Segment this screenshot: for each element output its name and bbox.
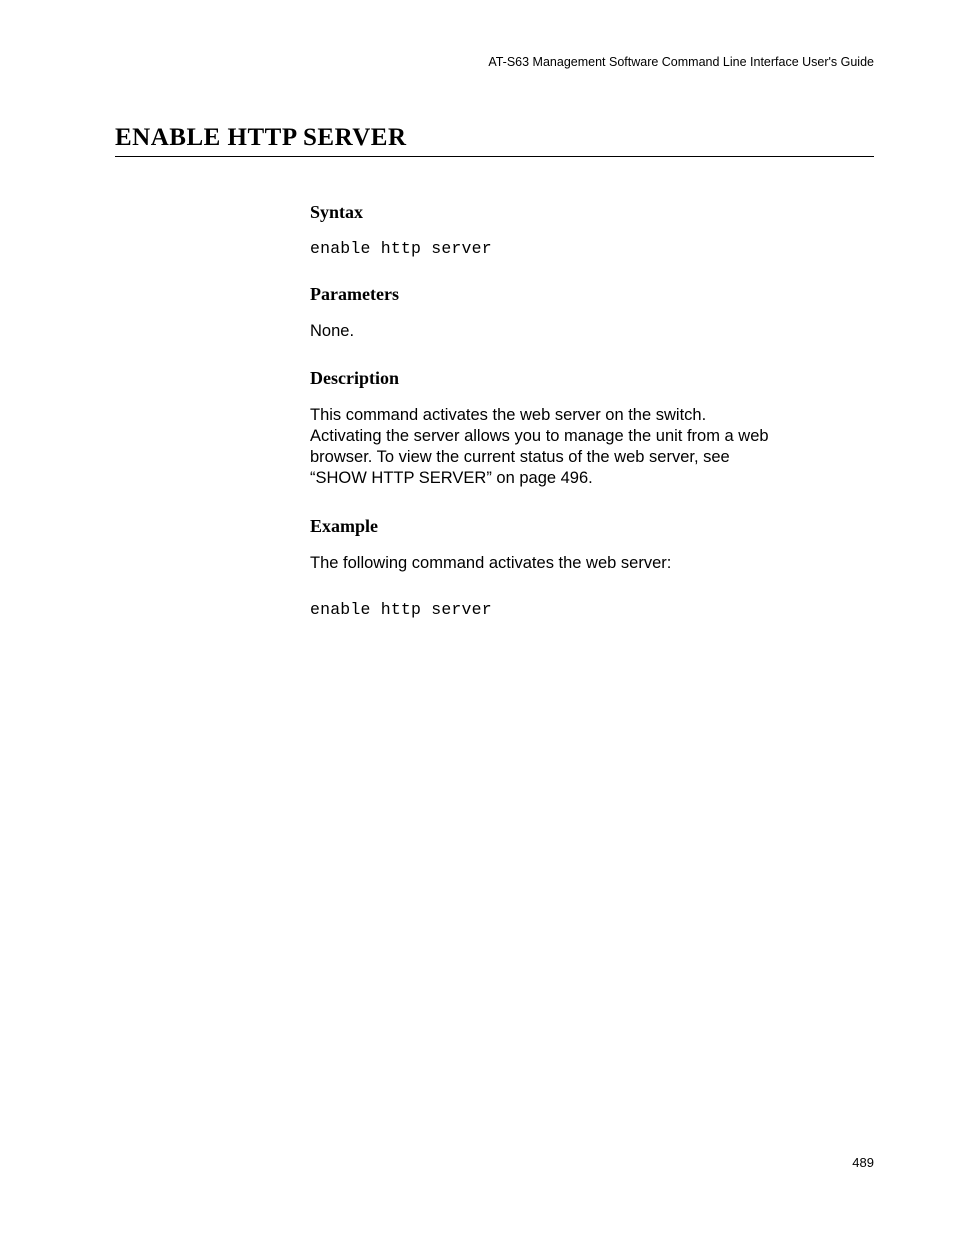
title-block: ENABLE HTTP SERVER xyxy=(115,124,874,157)
parameters-text: None. xyxy=(310,321,780,342)
example-code: enable http server xyxy=(310,600,780,619)
heading-description: Description xyxy=(310,368,780,389)
content-body: Syntax enable http server Parameters Non… xyxy=(310,202,780,619)
syntax-code: enable http server xyxy=(310,239,780,258)
heading-parameters: Parameters xyxy=(310,284,780,305)
description-text: This command activates the web server on… xyxy=(310,405,780,489)
example-text: The following command activates the web … xyxy=(310,553,780,574)
heading-example: Example xyxy=(310,516,780,537)
heading-syntax: Syntax xyxy=(310,202,780,223)
running-header: AT-S63 Management Software Command Line … xyxy=(115,55,874,69)
page-title: ENABLE HTTP SERVER xyxy=(115,124,874,152)
page-number: 489 xyxy=(852,1155,874,1170)
